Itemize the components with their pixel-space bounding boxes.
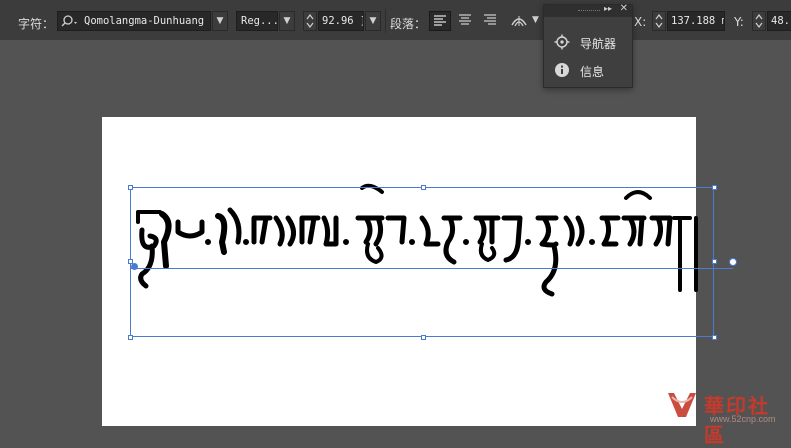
close-icon[interactable]: ✕ (620, 3, 628, 14)
panel-header[interactable]: ▸▸ ✕ (544, 3, 632, 17)
watermark-logo-icon (668, 393, 696, 417)
rotation-handle[interactable] (729, 258, 737, 266)
divider (385, 9, 386, 33)
chevron-down-icon: ▼ (216, 16, 224, 26)
floating-panel: ▸▸ ✕ 导航器 信息 (543, 3, 633, 88)
character-controls: 字符： Qomolangma-Dunhuang ▼ Reg... ▼ 92.96… (0, 7, 791, 35)
resize-handle-bottom-right[interactable] (712, 335, 717, 340)
align-center-button[interactable] (454, 11, 476, 31)
align-right-button[interactable] (479, 11, 501, 31)
panel-item-label: 导航器 (580, 37, 617, 51)
baseline-anchor-point[interactable] (131, 263, 138, 270)
y-stepper[interactable] (752, 11, 766, 31)
resize-handle-top-right[interactable] (712, 185, 717, 190)
align-left-button[interactable] (429, 11, 451, 31)
up-down-arrows-icon (655, 14, 663, 28)
x-label: X: (634, 15, 647, 29)
drag-grip[interactable] (578, 10, 600, 12)
y-label: Y: (734, 15, 744, 29)
x-position-value: 137.188 m (671, 15, 725, 27)
resize-handle-top-left[interactable] (128, 185, 133, 190)
x-stepper[interactable] (652, 11, 666, 31)
font-family-dropdown[interactable]: ▼ (212, 11, 228, 31)
paragraph-label: 段落： (390, 17, 427, 31)
resize-handle-bottom-left[interactable] (128, 335, 133, 340)
resize-handle-top-center[interactable] (421, 185, 426, 190)
align-center-icon (459, 14, 471, 25)
align-right-icon (484, 14, 496, 25)
font-style-dropdown[interactable]: ▼ (279, 11, 295, 31)
chevron-down-icon: ▼ (283, 16, 291, 26)
info-icon (555, 63, 569, 77)
character-label: 字符： (18, 17, 55, 31)
font-size-value: 92.96 ] (322, 15, 364, 27)
text-selection-frame (130, 187, 714, 337)
panel-item-navigator[interactable]: 导航器 (554, 32, 630, 52)
y-position-value: 48. (771, 15, 790, 27)
watermark: 華印社區 www.52cnp.com (664, 385, 791, 447)
font-family-field[interactable]: Qomolangma-Dunhuang (57, 11, 211, 31)
resize-handle-bottom-center[interactable] (421, 335, 426, 340)
text-baseline (130, 268, 733, 269)
font-size-field[interactable]: 92.96 ] (318, 11, 364, 31)
arc-text-icon (511, 16, 527, 27)
chevron-down-icon: ▼ (369, 16, 377, 26)
up-down-arrows-icon (755, 14, 763, 28)
font-size-stepper[interactable] (303, 11, 317, 31)
resize-handle-middle-right[interactable] (712, 259, 717, 264)
watermark-url: www.52cnp.com (710, 414, 776, 424)
y-position-field[interactable]: 48. (767, 11, 791, 31)
font-search-icon (61, 14, 81, 30)
font-style-value: Reg... (241, 15, 278, 27)
align-left-icon (434, 15, 446, 26)
collapse-icon[interactable]: ▸▸ (604, 4, 612, 13)
shape-text-button[interactable] (510, 12, 528, 30)
panel-item-info[interactable]: 信息 (554, 60, 630, 80)
navigator-icon (554, 34, 570, 50)
font-style-field[interactable]: Reg... (236, 11, 278, 31)
up-down-arrows-icon (306, 14, 314, 28)
x-position-field[interactable]: 137.188 m (667, 11, 725, 31)
font-size-dropdown[interactable]: ▼ (365, 11, 381, 31)
font-family-value: Qomolangma-Dunhuang (84, 15, 205, 27)
chevron-down-icon[interactable]: ▼ (532, 15, 539, 25)
panel-item-label: 信息 (580, 65, 605, 79)
